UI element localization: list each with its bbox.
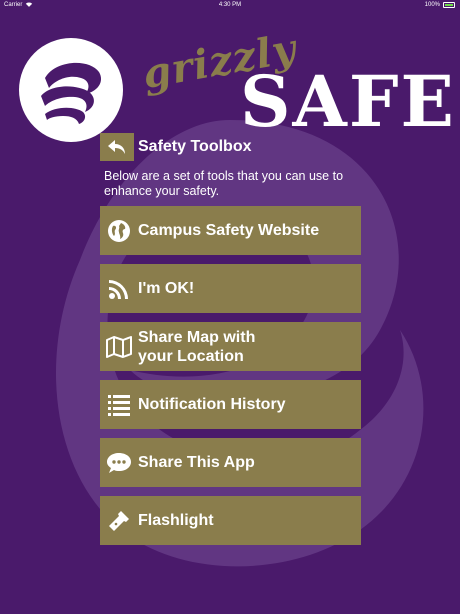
globe-icon <box>108 219 130 242</box>
status-bar: Carrier 4:30 PM 100% <box>0 0 460 12</box>
status-time: 4:30 PM <box>218 2 242 8</box>
back-button[interactable] <box>100 133 134 161</box>
tool-label: Share This App <box>138 454 255 471</box>
page-title: Safety Toolbox <box>138 138 252 155</box>
tool-label: Notification History <box>138 396 286 413</box>
rss-icon <box>109 279 128 299</box>
notification-history-button[interactable]: Notification History <box>100 380 361 429</box>
logo-emblem-icon <box>41 62 102 124</box>
tool-label: Flashlight <box>138 512 214 529</box>
tool-label: Share Map with your Location <box>138 328 256 365</box>
list-icon <box>108 394 130 416</box>
brand-safe-text: SAFE <box>240 60 456 143</box>
app-logo <box>19 38 123 142</box>
tool-label: I'm OK! <box>138 280 195 297</box>
toolbox-description: Below are a set of tools that you can us… <box>104 169 344 198</box>
toolbox-header: Safety Toolbox <box>100 133 360 161</box>
map-icon <box>106 335 132 358</box>
tool-label: Campus Safety Website <box>138 222 320 239</box>
flashlight-icon <box>109 510 129 531</box>
campus-safety-website-button[interactable]: Campus Safety Website <box>100 206 361 255</box>
battery-percent: 100% <box>424 2 440 8</box>
app-header: grizzly SAFE <box>0 16 460 143</box>
share-this-app-button[interactable]: Share This App <box>100 438 361 487</box>
battery-icon <box>443 2 455 8</box>
share-map-button[interactable]: Share Map with your Location <box>100 322 361 371</box>
chat-icon <box>107 452 131 473</box>
im-ok-button[interactable]: I'm OK! <box>100 264 361 313</box>
flashlight-button[interactable]: Flashlight <box>100 496 361 545</box>
back-arrow-icon <box>108 140 125 154</box>
